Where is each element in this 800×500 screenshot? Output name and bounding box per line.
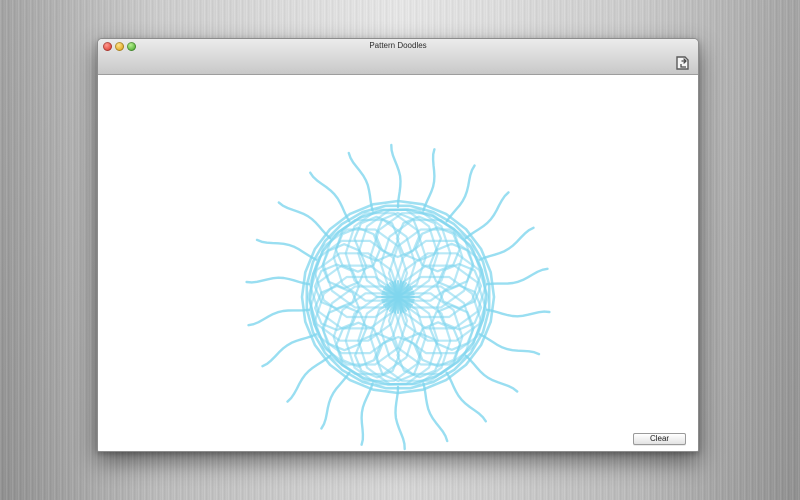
tendril-stroke xyxy=(485,308,551,318)
tendril-stroke xyxy=(261,333,318,368)
tendril-stroke xyxy=(445,371,487,423)
tendril-stroke xyxy=(277,201,332,240)
tendril-stroke xyxy=(360,382,374,446)
tendril-stroke xyxy=(422,148,436,212)
tendril-stroke xyxy=(320,371,351,430)
tendril-stroke xyxy=(485,267,549,286)
tendril-stroke xyxy=(478,333,541,356)
tendril-stroke xyxy=(347,151,374,212)
doodle-pattern xyxy=(245,143,551,451)
clear-button[interactable]: Clear xyxy=(633,433,686,445)
export-icon xyxy=(676,56,689,70)
tendril-stroke xyxy=(255,238,318,261)
tendril-stroke xyxy=(464,354,519,393)
window-title: Pattern Doodles xyxy=(369,41,427,50)
tendril-stroke xyxy=(245,276,311,286)
tendril-stroke xyxy=(390,143,402,209)
app-window: Pattern Doodles Clear xyxy=(97,38,699,452)
tendril-stroke xyxy=(445,164,476,223)
tendril-stroke xyxy=(422,382,449,443)
title-bar[interactable]: Pattern Doodles xyxy=(98,39,698,75)
drawing-canvas[interactable] xyxy=(98,75,698,451)
tendril-stroke xyxy=(394,385,406,451)
tendril-stroke xyxy=(464,191,510,240)
export-button[interactable] xyxy=(674,55,692,71)
tendril-stroke xyxy=(309,171,351,223)
tendril-stroke xyxy=(247,308,311,327)
tendril-stroke xyxy=(286,354,332,403)
tendril-stroke xyxy=(478,226,535,261)
